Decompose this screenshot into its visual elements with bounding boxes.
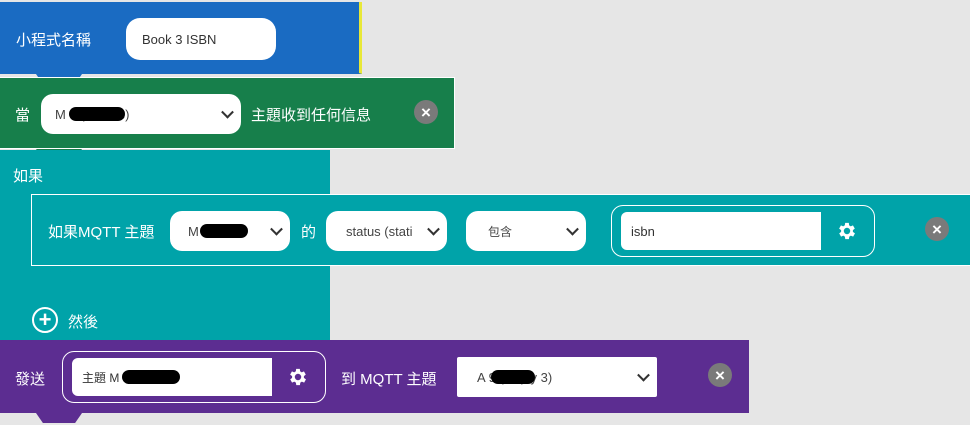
send-payload-group: 主題 M 6 的 isbn (62, 351, 326, 403)
when-suffix-label: 主題收到任何信息 (251, 107, 372, 124)
send-block: 發送 主題 M 6 的 isbn 到 MQTT 主題 A 9 (Reply 3)… (0, 340, 749, 413)
condition-field-value: status (stati (346, 223, 413, 239)
send-prefix-label: 發送 (15, 371, 46, 388)
condition-prefix-label: 如果MQTT 主題 (48, 224, 155, 241)
program-name-label: 小程式名稱 (16, 32, 92, 49)
program-name-input[interactable]: Book 3 ISBN (126, 18, 276, 60)
close-icon[interactable]: × (414, 100, 438, 124)
condition-operator-value: 包含 (488, 224, 513, 239)
send-block-notch (36, 413, 82, 423)
gear-icon[interactable] (836, 220, 858, 242)
close-icon[interactable]: × (708, 363, 732, 387)
program-name-block: 小程式名稱 Book 3 ISBN (0, 2, 362, 74)
send-to-label: 到 MQTT 主題 (341, 371, 437, 388)
add-then-button[interactable]: + (32, 307, 58, 333)
chevron-down-icon (270, 222, 283, 236)
redaction-mark (69, 107, 125, 121)
gear-icon[interactable] (287, 366, 309, 388)
send-payload-input[interactable]: 主題 M 6 的 isbn (72, 358, 272, 396)
if-label: 如果 (13, 168, 44, 185)
redaction-mark (491, 370, 535, 384)
condition-of-label: 的 (301, 224, 317, 241)
then-label: 然後 (68, 314, 99, 331)
chevron-down-icon (221, 105, 234, 119)
condition-value-group: isbn (611, 205, 875, 257)
redaction-mark (200, 224, 248, 238)
chevron-down-icon (427, 222, 440, 236)
when-message-block: 當 M 6 (Book 3) 主題收到任何信息 × (0, 77, 455, 149)
condition-block: 如果MQTT 主題 M 6 的 status (stati 包含 isbn × (31, 194, 970, 266)
plus-circle-icon: + (38, 307, 52, 332)
condition-topic-select[interactable]: M 6 (170, 211, 290, 251)
close-icon[interactable]: × (925, 217, 949, 241)
send-target-select[interactable]: A 9 (Reply 3) (457, 357, 657, 397)
when-prefix-label: 當 (15, 107, 31, 124)
condition-block-notch (67, 266, 113, 276)
condition-operator-select[interactable]: 包含 (466, 211, 586, 251)
condition-field-select[interactable]: status (stati (326, 211, 447, 251)
redaction-mark (122, 370, 180, 384)
chevron-down-icon (637, 368, 650, 382)
chevron-down-icon (566, 222, 579, 236)
when-topic-select[interactable]: M 6 (Book 3) (41, 94, 241, 134)
condition-value-input[interactable]: isbn (621, 212, 821, 250)
